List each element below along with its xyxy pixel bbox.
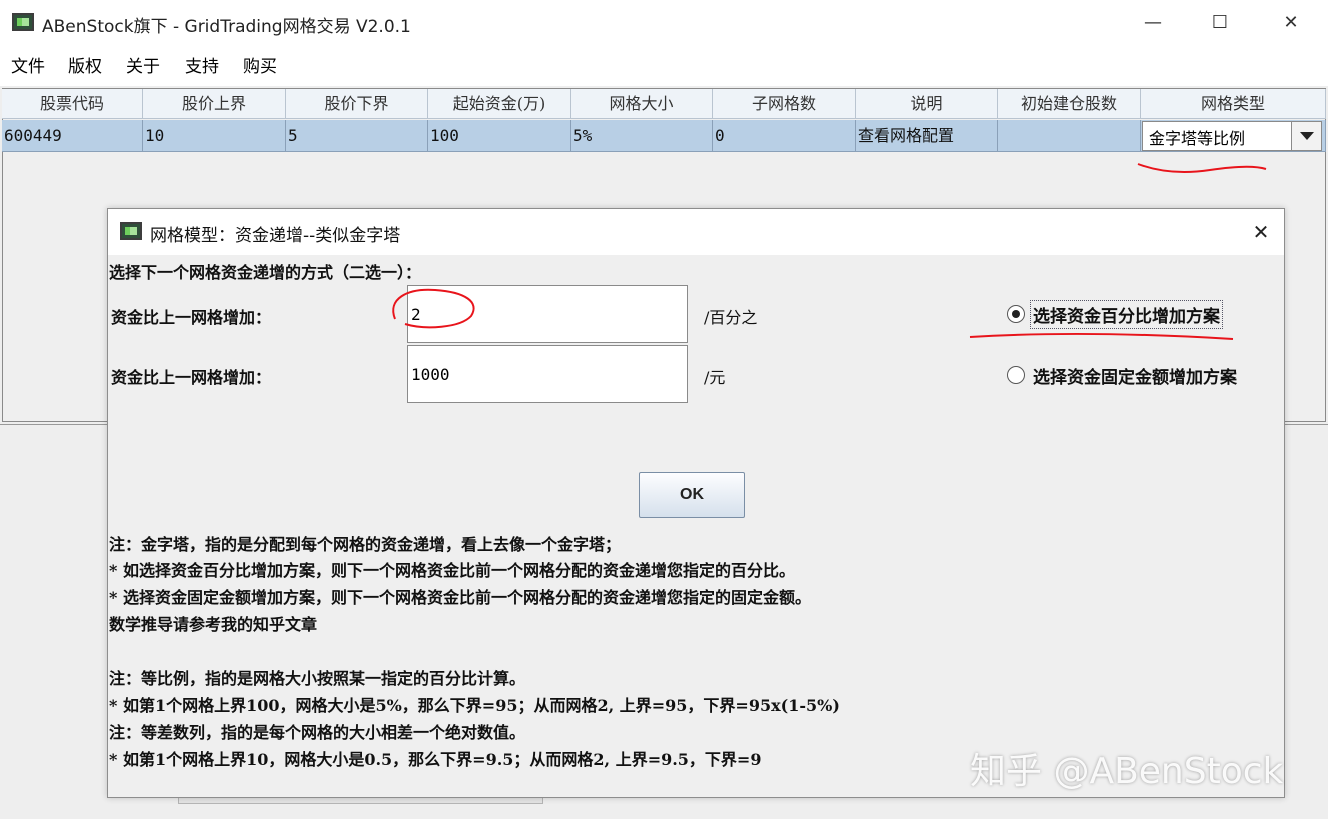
menu-support[interactable]: 支持 (185, 52, 219, 77)
header-start-capital[interactable]: 起始资金(万) (428, 89, 571, 119)
note-line-5: 注：等比例，指的是网格大小按照某一指定的百分比计算。 (109, 669, 526, 688)
note-line-6: * 如第1个网格上界100，网格大小是5%，那么下界=95；从而网格2, 上界=… (109, 696, 840, 715)
cell-description[interactable]: 查看网格配置 (856, 120, 998, 152)
dialog-app-icon (120, 222, 142, 240)
percent-plan-radio[interactable] (1007, 305, 1025, 323)
note-line-4: 数学推导请参考我的知乎文章 (109, 615, 318, 634)
minimize-button[interactable]: — (1140, 10, 1166, 36)
watermark: 知乎 @ABenStock (970, 751, 1284, 792)
menu-about[interactable]: 关于 (126, 52, 160, 77)
grid-type-value: 金字塔等比例 (1149, 129, 1246, 148)
header-sub-grid-count[interactable]: 子网格数 (713, 89, 856, 119)
maximize-button[interactable]: ☐ (1207, 10, 1233, 36)
cell-start-capital[interactable]: 100 (428, 120, 571, 152)
cell-stock-code[interactable]: 600449 (2, 120, 143, 152)
header-lower-price[interactable]: 股价下界 (286, 89, 428, 119)
note-line-8: * 如第1个网格上界10，网格大小是0.5，那么下界=9.5；从而网格2, 上界… (109, 750, 762, 769)
dialog-prompt: 选择下一个网格资金递增的方式（二选一）： (109, 263, 422, 282)
app-icon (12, 13, 34, 31)
grid-model-dialog: 网格模型：资金递增--类似金字塔 ✕ 选择下一个网格资金递增的方式（二选一）： … (107, 208, 1285, 798)
dialog-titlebar: 网格模型：资金递增--类似金字塔 ✕ (108, 209, 1284, 255)
dialog-close-icon[interactable]: ✕ (1248, 219, 1274, 245)
window-title: ABenStock旗下 - GridTrading网格交易 V2.0.1 (42, 17, 411, 37)
fixed-plan-label[interactable]: 选择资金固定金额增加方案 (1033, 363, 1237, 388)
fixed-plan-radio[interactable] (1007, 366, 1025, 384)
annotation-circle (392, 288, 475, 329)
menu-copyright[interactable]: 版权 (68, 52, 102, 77)
annotation-radio-underline (969, 332, 1234, 340)
cell-initial-shares[interactable] (998, 120, 1141, 152)
note-line-1: 注：金字塔，指的是分配到每个网格的资金递增，看上去像一个金字塔； (109, 535, 622, 554)
header-initial-shares[interactable]: 初始建仓股数 (998, 89, 1141, 119)
menu-buy[interactable]: 购买 (243, 52, 277, 77)
yuan-unit-label: /元 (704, 368, 726, 387)
cell-upper-price[interactable]: 10 (143, 120, 286, 152)
ok-button[interactable]: OK (639, 472, 745, 518)
cell-sub-grid-count[interactable]: 0 (713, 120, 856, 152)
dialog-title: 网格模型：资金递增--类似金字塔 (150, 226, 401, 246)
menu-bar: 文件 版权 关于 支持 购买 (0, 46, 1328, 80)
note-line-7: 注：等差数列，指的是每个网格的大小相差一个绝对数值。 (109, 723, 526, 742)
cell-lower-price[interactable]: 5 (286, 120, 428, 152)
close-button[interactable]: ✕ (1278, 10, 1304, 36)
cell-grid-size[interactable]: 5% (571, 120, 713, 152)
fixed-increase-label: 资金比上一网格增加： (111, 368, 272, 387)
window-titlebar: ABenStock旗下 - GridTrading网格交易 V2.0.1 — ☐… (0, 0, 1328, 46)
header-grid-type[interactable]: 网格类型 (1141, 89, 1326, 119)
percent-plan-label[interactable]: 选择资金百分比增加方案 (1030, 300, 1223, 329)
note-line-2: * 如选择资金百分比增加方案，则下一个网格资金比前一个网格分配的资金递增您指定的… (109, 561, 795, 580)
grid-type-dropdown[interactable]: 金字塔等比例 (1142, 121, 1322, 151)
header-upper-price[interactable]: 股价上界 (143, 89, 286, 119)
percent-increase-label: 资金比上一网格增加： (111, 308, 272, 327)
dropdown-arrow-icon[interactable] (1291, 122, 1321, 150)
header-grid-size[interactable]: 网格大小 (571, 89, 713, 119)
percent-unit-label: /百分之 (704, 308, 758, 327)
annotation-underline (1137, 163, 1267, 173)
header-description[interactable]: 说明 (856, 89, 998, 119)
note-line-3: * 选择资金固定金额增加方案，则下一个网格资金比前一个网格分配的资金递增您指定的… (109, 588, 811, 607)
fixed-increase-input[interactable]: 1000 (407, 345, 688, 403)
menu-file[interactable]: 文件 (11, 52, 45, 77)
header-stock-code[interactable]: 股票代码 (2, 89, 143, 119)
